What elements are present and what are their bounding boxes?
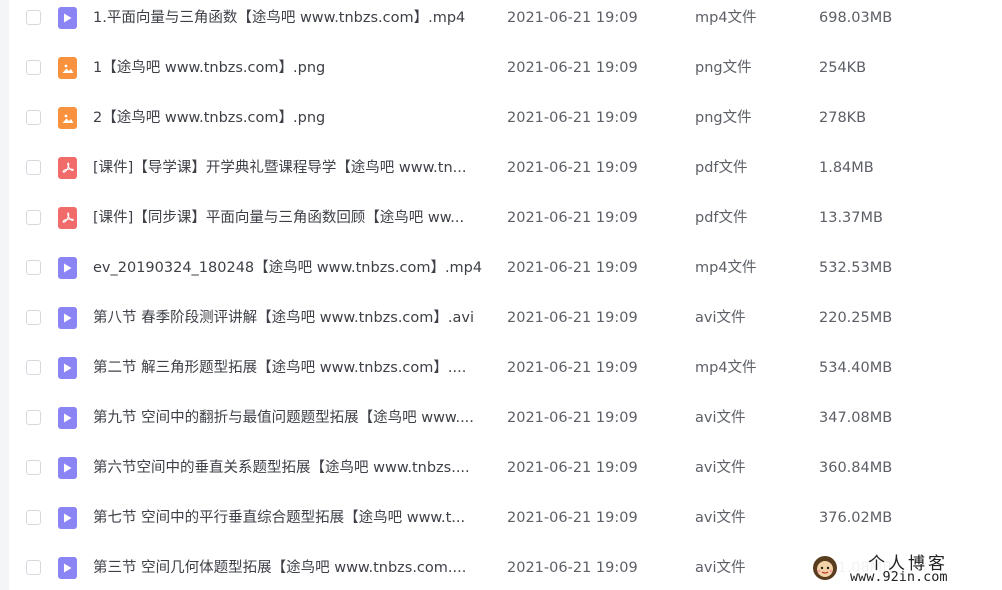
file-date: 2021-06-21 19:09 — [507, 210, 638, 226]
row-checkbox[interactable] — [26, 560, 41, 575]
file-type: mp4文件 — [695, 260, 757, 276]
video-file-icon — [58, 7, 77, 29]
pdf-file-icon — [58, 157, 77, 179]
file-name[interactable]: 2【途鸟吧 www.tnbzs.com】.png — [93, 107, 488, 129]
file-size: 360.84MB — [819, 460, 893, 476]
file-size: 534.40MB — [819, 360, 893, 376]
video-file-icon — [58, 557, 77, 579]
file-size: 532.53MB — [819, 260, 893, 276]
row-checkbox[interactable] — [26, 60, 41, 75]
file-type: pdf文件 — [695, 210, 748, 226]
video-file-icon — [58, 307, 77, 329]
file-type: avi文件 — [695, 560, 746, 576]
file-row[interactable]: 第八节 春季阶段测评讲解【途鸟吧 www.tnbzs.com】.avi 2021-… — [9, 294, 1002, 344]
row-checkbox[interactable] — [26, 110, 41, 125]
file-name[interactable]: 第六节空间中的垂直关系题型拓展【途鸟吧 www.tnbzs.... — [93, 457, 488, 479]
file-type: avi文件 — [695, 410, 746, 426]
file-name[interactable]: 1.平面向量与三角函数【途鸟吧 www.tnbzs.com】.mp4 — [93, 7, 488, 29]
row-checkbox[interactable] — [26, 260, 41, 275]
file-date: 2021-06-21 19:09 — [507, 360, 638, 376]
file-date: 2021-06-21 19:09 — [507, 560, 638, 576]
file-name[interactable]: 第三节 空间几何体题型拓展【途鸟吧 www.tnbzs.com.... — [93, 557, 488, 579]
file-type: pdf文件 — [695, 160, 748, 176]
file-date: 2021-06-21 19:09 — [507, 460, 638, 476]
file-date: 2021-06-21 19:09 — [507, 260, 638, 276]
file-date: 2021-06-21 19:09 — [507, 60, 638, 76]
file-name[interactable]: [课件]【同步课】平面向量与三角函数回顾【途鸟吧 ww... — [93, 207, 488, 229]
video-file-icon — [58, 407, 77, 429]
video-file-icon — [58, 357, 77, 379]
blog-watermark: 个人博客 www.92in.com — [806, 546, 1002, 590]
file-size: 13.37MB — [819, 210, 883, 226]
row-checkbox[interactable] — [26, 510, 41, 525]
row-checkbox[interactable] — [26, 160, 41, 175]
file-name[interactable]: 1【途鸟吧 www.tnbzs.com】.png — [93, 57, 488, 79]
file-type: png文件 — [695, 60, 752, 76]
file-size: 376.02MB — [819, 510, 893, 526]
pdf-file-icon — [58, 207, 77, 229]
file-row[interactable]: 第七节 空间中的平行垂直综合题型拓展【途鸟吧 www.t... 2021-06-2… — [9, 494, 1002, 544]
file-list: 1.平面向量与三角函数【途鸟吧 www.tnbzs.com】.mp4 2021-0… — [9, 0, 1002, 590]
file-size: 220.25MB — [819, 310, 893, 326]
file-date: 2021-06-21 19:09 — [507, 410, 638, 426]
watermark-url: www.92in.com — [850, 569, 948, 585]
video-file-icon — [58, 507, 77, 529]
avatar-icon — [813, 556, 837, 580]
file-type: avi文件 — [695, 310, 746, 326]
sidebar-edge — [0, 0, 9, 590]
file-row[interactable]: 2【途鸟吧 www.tnbzs.com】.png 2021-06-21 19:09… — [9, 94, 1002, 144]
row-checkbox[interactable] — [26, 310, 41, 325]
file-size: 1.84MB — [819, 160, 874, 176]
row-checkbox[interactable] — [26, 410, 41, 425]
file-date: 2021-06-21 19:09 — [507, 160, 638, 176]
video-file-icon — [58, 257, 77, 279]
image-file-icon — [58, 57, 77, 79]
file-size: 347.08MB — [819, 410, 893, 426]
file-row[interactable]: 第九节 空间中的翻折与最值问题题型拓展【途鸟吧 www.... 2021-06-2… — [9, 394, 1002, 444]
file-name[interactable]: 第八节 春季阶段测评讲解【途鸟吧 www.tnbzs.com】.avi — [93, 307, 488, 329]
file-type: mp4文件 — [695, 10, 757, 26]
file-list-page: 1.平面向量与三角函数【途鸟吧 www.tnbzs.com】.mp4 2021-0… — [0, 0, 1002, 590]
file-name[interactable]: [课件]【导学课】开学典礼暨课程导学【途鸟吧 www.tn... — [93, 157, 488, 179]
file-name[interactable]: 第二节 解三角形题型拓展【途鸟吧 www.tnbzs.com】.... — [93, 357, 488, 379]
file-date: 2021-06-21 19:09 — [507, 510, 638, 526]
row-checkbox[interactable] — [26, 10, 41, 25]
row-checkbox[interactable] — [26, 210, 41, 225]
file-row[interactable]: 1【途鸟吧 www.tnbzs.com】.png 2021-06-21 19:09… — [9, 44, 1002, 94]
file-type: png文件 — [695, 110, 752, 126]
file-row[interactable]: 第六节空间中的垂直关系题型拓展【途鸟吧 www.tnbzs.... 2021-06… — [9, 444, 1002, 494]
file-row[interactable]: 1.平面向量与三角函数【途鸟吧 www.tnbzs.com】.mp4 2021-0… — [9, 0, 1002, 44]
file-name[interactable]: 第九节 空间中的翻折与最值问题题型拓展【途鸟吧 www.... — [93, 407, 488, 429]
file-type: avi文件 — [695, 460, 746, 476]
file-size: 254KB — [819, 60, 867, 76]
file-type: avi文件 — [695, 510, 746, 526]
file-date: 2021-06-21 19:09 — [507, 10, 638, 26]
file-name[interactable]: 第七节 空间中的平行垂直综合题型拓展【途鸟吧 www.t... — [93, 507, 488, 529]
file-row[interactable]: 第二节 解三角形题型拓展【途鸟吧 www.tnbzs.com】.... 2021-… — [9, 344, 1002, 394]
file-size: 698.03MB — [819, 10, 893, 26]
file-row[interactable]: [课件]【导学课】开学典礼暨课程导学【途鸟吧 www.tn... 2021-06-… — [9, 144, 1002, 194]
file-row[interactable]: ev_20190324_180248【途鸟吧 www.tnbzs.com】.mp… — [9, 244, 1002, 294]
file-row[interactable]: [课件]【同步课】平面向量与三角函数回顾【途鸟吧 ww... 2021-06-21… — [9, 194, 1002, 244]
file-name[interactable]: ev_20190324_180248【途鸟吧 www.tnbzs.com】.mp… — [93, 257, 488, 279]
file-date: 2021-06-21 19:09 — [507, 110, 638, 126]
row-checkbox[interactable] — [26, 360, 41, 375]
video-file-icon — [58, 457, 77, 479]
image-file-icon — [58, 107, 77, 129]
row-checkbox[interactable] — [26, 460, 41, 475]
file-date: 2021-06-21 19:09 — [507, 310, 638, 326]
file-size: 278KB — [819, 110, 867, 126]
file-type: mp4文件 — [695, 360, 757, 376]
